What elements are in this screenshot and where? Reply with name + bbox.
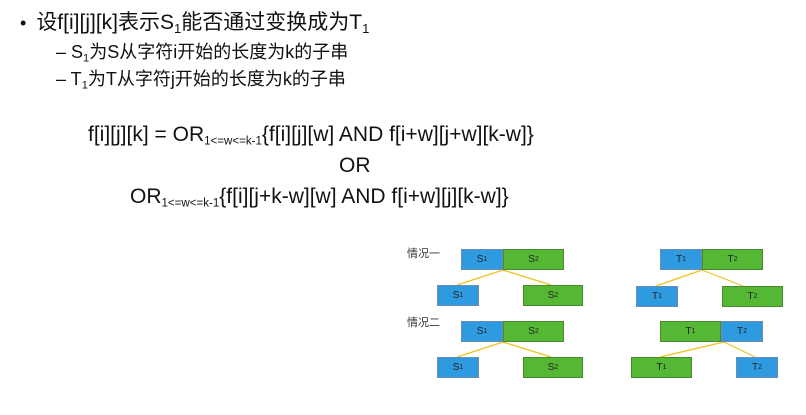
case1-t2-top: T2 — [702, 249, 763, 270]
formula3-b: {f[i][j+k-w][w] AND f[i+w][j][k-w]} — [219, 185, 509, 208]
connector-line — [701, 269, 744, 287]
connector-line — [502, 269, 552, 286]
case1-t2-bottom: T2 — [722, 286, 783, 307]
formula-or: OR — [339, 154, 371, 177]
connector-line — [655, 269, 703, 287]
case1-s1-top: S1 — [461, 249, 503, 270]
formula-line-1: f[i][j][k] = OR1<=w<=k-1{f[i][j][w] AND … — [88, 123, 534, 147]
case2-s2-top: S2 — [503, 321, 564, 342]
case1-t1-top: T1 — [660, 249, 702, 270]
formula-line-3: OR1<=w<=k-1{f[i][j+k-w][w] AND f[i+w][j]… — [130, 185, 509, 209]
case2-t2-top: T2 — [721, 321, 763, 342]
def-text-b: 能否通过变换成为T — [181, 11, 363, 34]
case2-s1-top: S1 — [461, 321, 503, 342]
connector-line — [502, 341, 552, 358]
s1-rest: 为S从字符i开始的长度为k的子串 — [89, 42, 349, 62]
case1-s1-bottom: S1 — [437, 285, 479, 306]
bullet-dot: • — [20, 13, 27, 33]
case1-t1-bottom: T1 — [636, 286, 678, 307]
case2-s2-bottom: S2 — [523, 357, 583, 378]
formula1-sub: 1<=w<=k-1 — [204, 135, 262, 148]
case2-t1-bottom: T1 — [631, 357, 692, 378]
case2-t1-top: T1 — [660, 321, 721, 342]
case2-s1-bottom: S1 — [437, 357, 479, 378]
connector-line — [723, 341, 756, 358]
formula1-a: f[i][j][k] = OR — [88, 123, 205, 146]
case1-s2-bottom: S2 — [523, 285, 583, 306]
sub-bullet-t1: – T1为T从字符j开始的长度为k的子串 — [56, 65, 346, 91]
case1-s2-top: S2 — [503, 249, 564, 270]
formula3-a: OR — [130, 185, 162, 208]
s1-dash: – S — [56, 42, 84, 62]
sub-bullet-s1: – S1为S从字符i开始的长度为k的子串 — [56, 38, 348, 64]
t1-dash: – T — [56, 69, 82, 89]
case2-t2-bottom: T2 — [736, 357, 778, 378]
case-1-label: 情况一 — [407, 248, 440, 260]
bullet-line-definition: • 设f[i][j][k]表示S1能否通过变换成为T1 — [20, 6, 369, 36]
connector-line — [659, 341, 725, 358]
connector-line — [456, 341, 504, 358]
def-sub-2: 1 — [362, 20, 370, 36]
formula1-b: {f[i][j][w] AND f[i+w][j+w][k-w]} — [261, 123, 534, 146]
case-2-label: 情况二 — [407, 317, 440, 329]
formula3-sub: 1<=w<=k-1 — [161, 197, 220, 210]
t1-rest: 为T从字符j开始的长度为k的子串 — [87, 69, 346, 89]
def-text-a: 设f[i][j][k]表示S — [36, 11, 174, 34]
connector-line — [456, 269, 504, 286]
